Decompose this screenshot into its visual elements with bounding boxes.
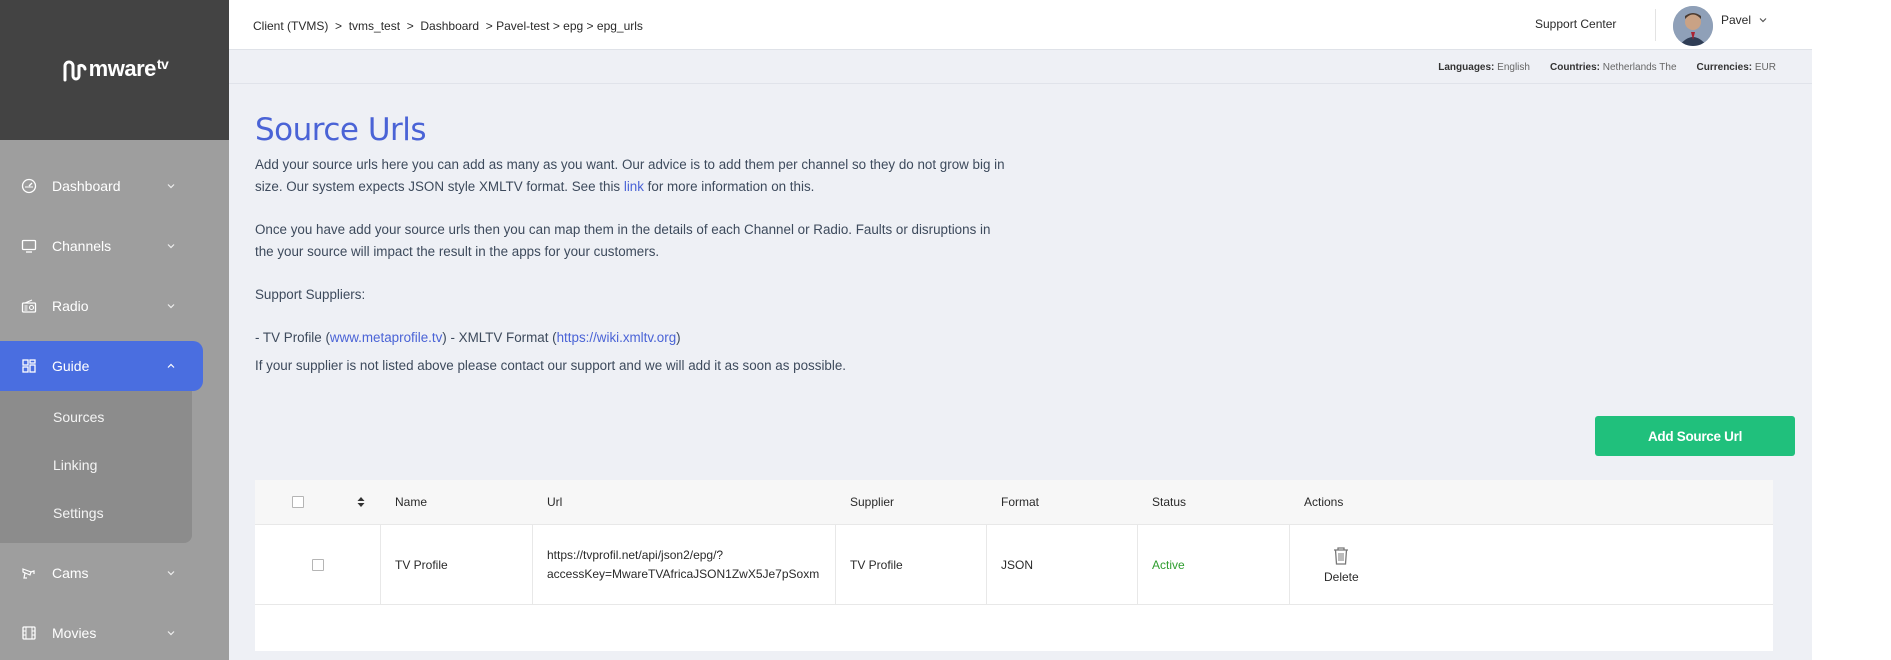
user-name: Pavel [1721, 13, 1752, 27]
nav-item-dashboard[interactable]: Dashboard [0, 156, 229, 216]
select-all-checkbox[interactable] [292, 496, 304, 508]
breadcrumb-separator: > [479, 19, 497, 33]
nav-label: Guide [52, 358, 90, 374]
table-footer [255, 605, 1773, 651]
cell-url: https://tvprofil.net/api/json2/epg/? acce… [533, 525, 836, 604]
table-header: Name Url Supplier Format Status Actions [255, 480, 1773, 525]
radio-icon [20, 297, 38, 315]
source-urls-table: Name Url Supplier Format Status Actions … [255, 480, 1773, 651]
breadcrumb-separator: > [549, 19, 564, 33]
column-header-url[interactable]: Url [533, 480, 836, 524]
chevron-down-icon [167, 631, 175, 636]
description-paragraph: Once you have add your source urls then … [255, 222, 991, 259]
nav-item-guide[interactable]: Guide [0, 341, 203, 391]
breadcrumb-current: epg_urls [596, 19, 643, 33]
delete-button[interactable]: Delete [1324, 546, 1359, 584]
breadcrumb-separator: > [583, 19, 597, 33]
page-description: Add your source urls here you can add as… [255, 154, 1005, 377]
main-area: Client (TVMS) > tvms_test > Dashboard > … [229, 0, 1812, 660]
info-link[interactable]: link [624, 179, 644, 194]
breadcrumb: Client (TVMS) > tvms_test > Dashboard > … [253, 19, 643, 33]
support-note: If your supplier is not listed above ple… [255, 358, 847, 373]
breadcrumb-item[interactable]: tvms_test [349, 19, 400, 33]
metaprofile-link[interactable]: www.metaprofile.tv [330, 330, 442, 345]
chevron-down-icon [167, 244, 175, 249]
nav-label: Radio [52, 298, 89, 314]
brand-logo[interactable]: mware tv [61, 56, 169, 84]
brand-suffix: tv [156, 56, 169, 72]
brand-name: mware [88, 56, 157, 81]
breadcrumb-item[interactable]: Pavel-test [496, 19, 549, 33]
add-source-url-button[interactable]: Add Source Url [1595, 416, 1795, 456]
nav-label: Dashboard [52, 178, 121, 194]
film-icon [20, 624, 38, 642]
main-nav: Dashboard Channels Radio Guide Sources L… [0, 156, 229, 660]
nav-label: Cams [52, 565, 89, 581]
column-header-actions: Actions [1304, 495, 1344, 509]
sidebar: mware tv Dashboard Channels Radio Guide … [0, 0, 229, 660]
nav-label: Channels [52, 238, 112, 254]
nav-label: Movies [52, 625, 97, 641]
trash-icon [1334, 546, 1349, 565]
table-row[interactable]: TV Profile https://tvprofil.net/api/json… [255, 525, 1773, 605]
currencies-info: Currencies: EUR [1696, 62, 1776, 73]
brand-mark-icon [63, 60, 87, 82]
user-menu[interactable]: Pavel [1673, 6, 1769, 46]
cell-supplier: TV Profile [836, 525, 987, 604]
topbar: Client (TVMS) > tvms_test > Dashboard > … [229, 0, 1812, 50]
column-header-name[interactable]: Name [381, 480, 533, 524]
monitor-icon [20, 237, 38, 255]
submenu-item-linking[interactable]: Linking [0, 441, 192, 489]
nav-item-movies[interactable]: Movies [0, 603, 229, 660]
submenu-item-sources[interactable]: Sources [0, 393, 192, 441]
locale-bar: Languages: English Countries: Netherland… [229, 50, 1812, 84]
chevron-down-icon [167, 571, 175, 576]
content: Source Urls Add your source urls here yo… [255, 112, 1795, 651]
suppliers-list: - TV Profile (www.metaprofile.tv) - XMLT… [255, 330, 681, 345]
camera-icon [20, 564, 38, 582]
description-paragraph: Add your source urls here you can add as… [255, 157, 1005, 194]
xmltv-link[interactable]: https://wiki.xmltv.org [557, 330, 677, 345]
cell-format: JSON [987, 525, 1138, 604]
avatar [1673, 6, 1713, 46]
locale-info: Languages: English Countries: Netherland… [1438, 62, 1776, 73]
status-badge: Active [1138, 525, 1290, 604]
sort-icon[interactable] [356, 495, 366, 509]
logo-area: mware tv [0, 0, 229, 140]
chevron-down-icon [1759, 18, 1767, 23]
chevron-down-icon [167, 304, 175, 309]
countries-info: Countries: Netherlands The [1549, 62, 1677, 73]
languages-info: Languages: English [1438, 62, 1530, 73]
divider [1655, 9, 1656, 41]
breadcrumb-item[interactable]: Client (TVMS) [253, 19, 328, 33]
guide-submenu: Sources Linking Settings [0, 391, 192, 543]
nav-item-radio[interactable]: Radio [0, 276, 229, 336]
column-header-supplier[interactable]: Supplier [836, 480, 987, 524]
breadcrumb-separator: > [400, 19, 421, 33]
support-center-link[interactable]: Support Center [1535, 17, 1616, 31]
suppliers-heading: Support Suppliers: [255, 287, 366, 302]
dashboard-icon [20, 177, 38, 195]
chevron-up-icon [167, 363, 175, 368]
cell-name: TV Profile [381, 525, 533, 604]
breadcrumb-item[interactable]: Dashboard [420, 19, 479, 33]
breadcrumb-separator: > [328, 19, 349, 33]
column-header-status[interactable]: Status [1138, 480, 1290, 524]
nav-item-channels[interactable]: Channels [0, 216, 229, 276]
row-checkbox[interactable] [311, 558, 324, 571]
breadcrumb-item[interactable]: epg [563, 19, 583, 33]
chevron-down-icon [167, 184, 175, 189]
delete-label: Delete [1324, 569, 1359, 584]
page-title: Source Urls [255, 112, 427, 148]
submenu-item-settings[interactable]: Settings [0, 489, 192, 537]
grid-icon [20, 357, 38, 375]
column-header-format[interactable]: Format [987, 480, 1138, 524]
nav-item-cams[interactable]: Cams [0, 543, 229, 603]
